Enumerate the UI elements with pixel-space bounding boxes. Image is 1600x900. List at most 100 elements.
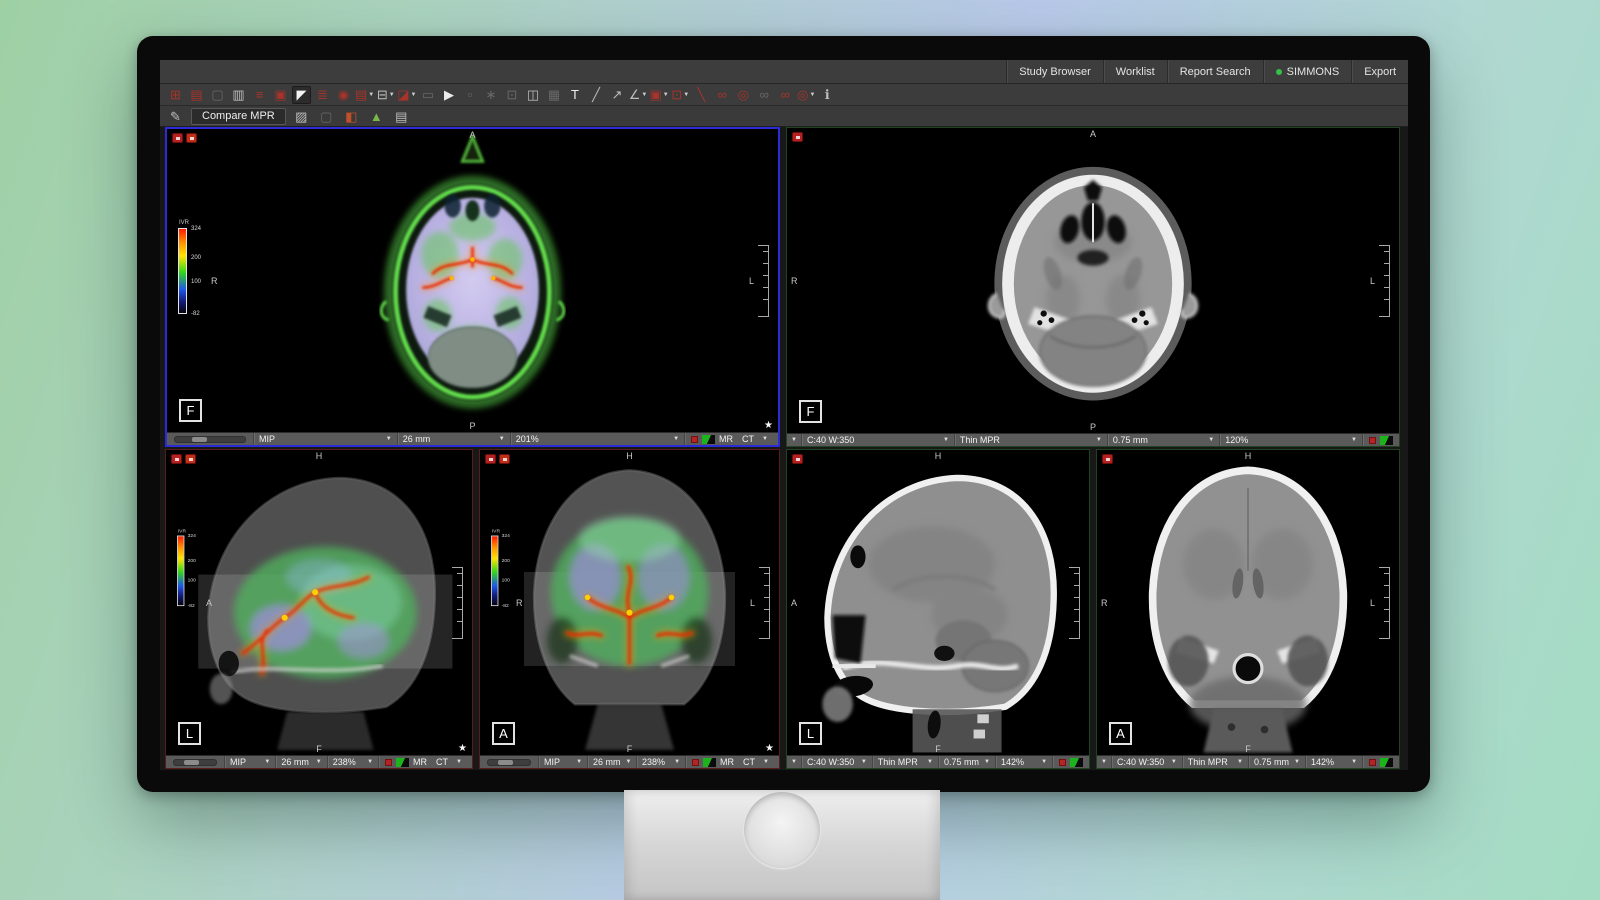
key-image-flags[interactable] [172,133,197,143]
overlay-toggle-icon[interactable] [1369,437,1376,444]
flag-icon[interactable] [172,133,183,143]
slab-thickness-select[interactable]: 0.75 mm▼ [1107,434,1219,446]
slice-slider[interactable] [174,436,246,443]
blend-toggle-icon[interactable] [396,758,409,767]
text-annotation-icon[interactable]: T [566,86,585,104]
blend-toggle-icon[interactable] [1380,758,1393,767]
caret-icon[interactable]: ▼ [791,437,797,443]
import-study-icon[interactable]: ▥ [229,86,248,104]
viewport-sagittal-fused[interactable]: IVR 324 200 100 -82 H F A L ★ [165,449,473,769]
slab-thickness-select[interactable]: 26 mm▼ [275,756,326,768]
render-mode-select[interactable]: Thin MPR▼ [872,756,938,768]
slice-slider[interactable] [173,759,217,766]
favorite-star-icon[interactable]: ★ [458,743,467,754]
snapshot-icon[interactable]: ▣ ▼ [650,86,669,104]
compare-panes-icon[interactable]: ◫ [524,86,543,104]
window-level-select[interactable]: C:40 W:350▼ [801,756,872,768]
render-mode-select[interactable]: MIP▼ [253,433,397,445]
slider-thumb[interactable] [192,437,207,442]
copy-view-icon[interactable]: ⊡ ▼ [671,86,690,104]
overlay-toggle-icon[interactable] [1059,759,1066,766]
slider-thumb[interactable] [184,760,199,765]
key-image-flags[interactable] [485,454,510,464]
render-mode-select[interactable]: Thin MPR▼ [954,434,1107,446]
sync-scroll-icon[interactable]: ◎ [734,86,753,104]
series-stack-icon[interactable]: ▤ [187,86,206,104]
render-mode-select[interactable]: MIP▼ [224,756,275,768]
report-text-icon[interactable]: ▤ [392,107,411,125]
flag-icon[interactable] [185,454,196,464]
sagittal-fused-image-area[interactable]: IVR 324 200 100 -82 H F A L ★ [166,450,472,755]
flag-icon[interactable] [792,132,803,142]
flag-icon[interactable] [485,454,496,464]
windowing-tool-icon[interactable]: ◪ ▼ [397,86,416,104]
sagittal-ct-image-area[interactable]: H F A L [787,450,1089,755]
flag-icon[interactable] [171,454,182,464]
sync-options-icon[interactable]: ◎ ▼ [797,86,816,104]
key-image-flags[interactable] [792,132,803,142]
render-mode-select[interactable]: MIP▼ [538,756,587,768]
fusion-blend-icon[interactable]: ◧ [342,107,361,125]
report-search-button[interactable]: Report Search [1167,60,1263,83]
zoom-select[interactable]: 238%▼ [636,756,685,768]
link-all-icon[interactable]: ∞ [776,86,795,104]
go-live-icon[interactable]: ▲ [367,107,386,125]
info-icon[interactable]: ℹ [818,86,837,104]
key-image-flags[interactable] [792,454,803,464]
line-measure-icon[interactable]: ╱ [587,86,606,104]
zoom-select[interactable]: 142%▼ [1305,756,1362,768]
series-list-icon[interactable]: ▤ ▼ [355,86,374,104]
save-presentation-icon[interactable]: ▨ [292,107,311,125]
render-mode-select[interactable]: Thin MPR▼ [1182,756,1248,768]
key-image-icon[interactable]: ▣ [271,86,290,104]
study-browser-button[interactable]: Study Browser [1006,60,1103,83]
zoom-select[interactable]: 120%▼ [1219,434,1362,446]
caret-icon[interactable]: ▼ [1101,759,1107,765]
cine-play-icon[interactable]: ▶ [440,86,459,104]
axial-fused-image-area[interactable]: IVR 324 200 100 -82 A P R L F ★ [167,129,778,432]
window-level-select[interactable]: C:40 W:350▼ [801,434,954,446]
blend-toggle-icon[interactable] [1380,436,1393,445]
overlay-toggle-icon[interactable] [1369,759,1376,766]
zoom-select[interactable]: 238%▼ [327,756,378,768]
blend-toggle-icon[interactable] [703,758,716,767]
print-icon[interactable]: ≡ [250,86,269,104]
angle-measure-icon[interactable]: ∠ ▼ [629,86,648,104]
layout-grid-icon[interactable]: ⊞ [166,86,185,104]
overlay-toggle-icon[interactable] [691,436,698,443]
blend-toggle-icon[interactable] [702,435,715,444]
window-level-select[interactable]: C:40 W:350▼ [1111,756,1182,768]
coronal-ct-image-area[interactable]: H F R L A [1097,450,1399,755]
key-image-flags[interactable] [1102,454,1113,464]
caret-icon[interactable]: ▼ [763,759,769,765]
slab-thickness-select[interactable]: 26 mm▼ [587,756,636,768]
annotate-protocol-icon[interactable]: ✎ [166,107,185,125]
link-series-icon[interactable]: ∞ [713,86,732,104]
viewport-sagittal-ct[interactable]: H F A L ▼ C:40 W:350▼ Thin MPR▼ 0.75 mm▼… [786,449,1090,769]
compare-mpr-button[interactable]: Compare MPR [191,108,286,125]
arrow-annotation-icon[interactable]: ↗ [608,86,627,104]
axial-ct-image-area[interactable]: A P R L F [787,128,1399,433]
blend-toggle-icon[interactable] [1070,758,1083,767]
flag-icon[interactable] [1102,454,1113,464]
rotate-3d-icon[interactable]: ◉ [334,86,353,104]
flag-icon[interactable] [186,133,197,143]
caret-icon[interactable]: ▼ [762,436,768,442]
viewport-axial-ct[interactable]: A P R L F ▼ C:40 W:350▼ Thin MPR▼ 0.75 m… [786,127,1400,447]
coronal-fused-image-area[interactable]: IVR 324 200 100 -82 H F R L A ★ [480,450,779,755]
flag-icon[interactable] [792,454,803,464]
key-image-flags[interactable] [171,454,196,464]
favorite-star-icon[interactable]: ★ [764,420,773,431]
probe-pen-icon[interactable]: ╲ [692,86,711,104]
slider-thumb[interactable] [498,760,513,765]
viewport-axial-fused[interactable]: IVR 324 200 100 -82 A P R L F ★ [165,127,780,447]
slab-thickness-select[interactable]: 0.75 mm▼ [1248,756,1305,768]
pointer-tool-icon[interactable]: ◤ [292,86,311,104]
favorite-star-icon[interactable]: ★ [765,743,774,754]
overlay-toggle-icon[interactable] [385,759,392,766]
zoom-select[interactable]: 201%▼ [510,433,684,445]
user-button[interactable]: SIMMONS [1263,60,1352,83]
slab-thickness-select[interactable]: 0.75 mm▼ [938,756,995,768]
viewport-coronal-ct[interactable]: H F R L A ▼ C:40 W:350▼ Thin MPR▼ 0.75 m… [1096,449,1400,769]
slab-thickness-select[interactable]: 26 mm▼ [397,433,510,445]
